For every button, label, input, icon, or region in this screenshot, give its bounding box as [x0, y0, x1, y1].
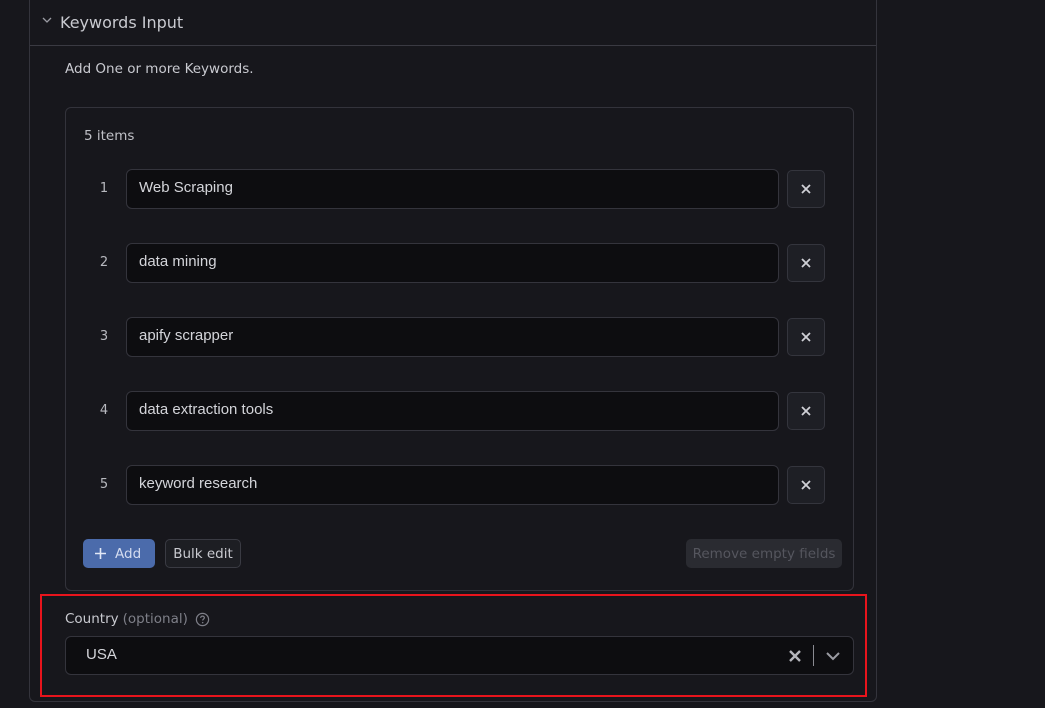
section-header-keywords-input[interactable]: Keywords Input — [30, 1, 876, 46]
remove-item-button[interactable] — [787, 392, 825, 430]
list-item: 3 — [66, 317, 853, 357]
list-item: 4 — [66, 391, 853, 431]
row-index: 4 — [99, 403, 109, 418]
row-index: 5 — [99, 477, 109, 492]
chevron-down-icon[interactable] — [824, 647, 842, 665]
keyword-input[interactable] — [126, 465, 779, 505]
list-item: 2 — [66, 243, 853, 283]
close-icon — [801, 406, 811, 416]
bulk-edit-button[interactable]: Bulk edit — [165, 539, 241, 568]
close-icon — [801, 258, 811, 268]
keyword-input[interactable] — [126, 317, 779, 357]
close-icon — [801, 480, 811, 490]
select-separator — [813, 645, 814, 666]
add-item-button[interactable]: Add — [83, 539, 155, 568]
list-item: 5 — [66, 465, 853, 505]
keyword-input[interactable] — [126, 243, 779, 283]
chevron-down-icon — [42, 17, 52, 23]
row-index: 3 — [99, 329, 109, 344]
section-title: Keywords Input — [60, 13, 184, 32]
remove-item-button[interactable] — [787, 466, 825, 504]
keywords-input-panel: Keywords Input Add One or more Keywords.… — [29, 0, 877, 702]
keywords-list: 5 items 1 2 3 4 — [65, 107, 854, 591]
remove-item-button[interactable] — [787, 170, 825, 208]
country-select[interactable]: USA — [65, 636, 854, 675]
country-label-text: Country — [65, 611, 119, 627]
close-icon — [801, 184, 811, 194]
keyword-input[interactable] — [126, 391, 779, 431]
row-index: 1 — [99, 181, 109, 196]
plus-icon — [95, 548, 106, 559]
list-item: 1 — [66, 169, 853, 209]
item-count: 5 items — [84, 128, 135, 144]
optional-label: (optional) — [122, 611, 188, 627]
row-index: 2 — [99, 255, 109, 270]
section-description: Add One or more Keywords. — [65, 61, 254, 77]
country-field-label: Country (optional) — [65, 611, 210, 627]
clear-selection-icon[interactable] — [786, 647, 804, 665]
keyword-input[interactable] — [126, 169, 779, 209]
remove-empty-fields-button[interactable]: Remove empty fields — [686, 539, 842, 568]
country-selected-value: USA — [86, 646, 117, 663]
close-icon — [801, 332, 811, 342]
remove-item-button[interactable] — [787, 318, 825, 356]
remove-item-button[interactable] — [787, 244, 825, 282]
help-circle-icon[interactable] — [195, 612, 210, 627]
add-button-label: Add — [115, 545, 142, 562]
